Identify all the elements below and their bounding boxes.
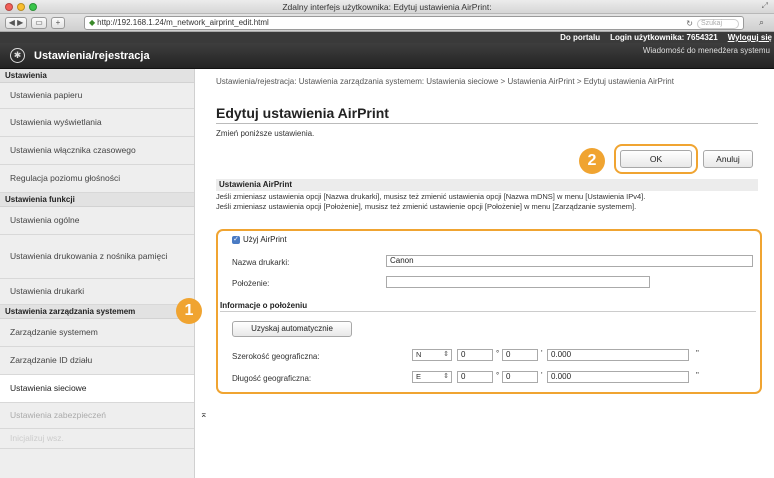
search-field[interactable]: Szukaj (697, 19, 739, 29)
geo-section-title: Informacje o położeniu (220, 301, 756, 312)
longitude-label: Długość geograficzna: (232, 374, 312, 383)
longitude-direction-value: E (416, 372, 422, 381)
message-to-admin-link[interactable]: Wiadomość do menedżera systemu (643, 46, 770, 55)
note-location: Jeśli zmieniasz ustawienia opcji [Położe… (216, 202, 637, 211)
sidebar: Ustawienia Ustawienia papieru Ustawienia… (0, 69, 195, 478)
add-bookmark-button[interactable]: + (51, 17, 65, 29)
location-input[interactable] (386, 276, 650, 288)
note-printer-name: Jeśli zmieniasz ustawienia opcji [Nazwa … (216, 192, 646, 201)
longitude-degree-sign: ° (496, 371, 500, 380)
use-airprint-label: Użyj AirPrint (243, 235, 287, 244)
get-automatically-button[interactable]: Uzyskaj automatycznie (232, 321, 352, 337)
window-title: Zdalny interfejs użytkownika: Edytuj ust… (282, 2, 492, 12)
latitude-degree-sign: ° (496, 349, 500, 358)
settings-logo-icon: ✱ (10, 48, 25, 63)
login-label: Login użytkownika: 7654321 (610, 33, 718, 42)
portal-link[interactable]: Do portalu (560, 33, 600, 42)
latitude-second-sign: " (696, 349, 699, 358)
sidebar-item-init[interactable]: Inicjalizuj wsz. (0, 429, 194, 449)
reload-icon[interactable]: ↻ (686, 18, 693, 30)
longitude-degrees-input[interactable]: 0 (457, 371, 493, 383)
fullscreen-icon[interactable]: ⤢ (762, 1, 768, 11)
sidebar-item-printer[interactable]: Ustawienia drukarki (0, 279, 194, 305)
longitude-seconds-input[interactable]: 0.000 (547, 371, 689, 383)
back-to-top-icon[interactable]: ⌅ (200, 409, 208, 420)
cancel-button[interactable]: Anuluj (703, 150, 753, 168)
latitude-direction-select[interactable]: N ⇕ (412, 349, 452, 361)
sidebar-item-paper[interactable]: Ustawienia papieru (0, 83, 194, 109)
sidebar-item-memory-print[interactable]: Ustawienia drukowania z nośnika pamięci (0, 235, 194, 279)
latitude-minutes-input[interactable]: 0 (502, 349, 538, 361)
sidebar-item-dept-id[interactable]: Zarządzanie ID działu (0, 347, 194, 375)
longitude-second-sign: " (696, 371, 699, 380)
sidebar-section-functions: Ustawienia funkcji (0, 193, 194, 207)
section-title-airprint: Ustawienia AirPrint (216, 179, 758, 191)
user-bar: Do portalu Login użytkownika: 7654321 Wy… (0, 32, 774, 43)
back-forward-buttons[interactable]: ◀ ▶ (5, 17, 27, 29)
title-divider (216, 123, 758, 124)
use-airprint-row: ✓ Użyj AirPrint (232, 235, 287, 244)
ok-button[interactable]: OK (620, 150, 692, 168)
printer-name-label: Nazwa drukarki: (232, 258, 290, 267)
latitude-minute-sign: ' (541, 349, 543, 358)
chevron-down-icon: ⇕ (443, 373, 449, 380)
url-text: http://192.168.1.24/m_network_airprint_e… (97, 18, 269, 27)
latitude-degrees-input[interactable]: 0 (457, 349, 493, 361)
latitude-seconds-input[interactable]: 0.000 (547, 349, 689, 361)
location-label: Położenie: (232, 279, 270, 288)
sidebar-item-system-mgmt[interactable]: Zarządzanie systemem (0, 319, 194, 347)
sidebar-item-security[interactable]: Ustawienia zabezpieczeń (0, 403, 194, 429)
sidebar-item-network[interactable]: Ustawienia sieciowe (0, 375, 194, 403)
sidebar-item-timer[interactable]: Ustawienia włącznika czasowego (0, 137, 194, 165)
url-bar[interactable]: ◆ http://192.168.1.24/m_network_airprint_… (84, 16, 744, 30)
longitude-minute-sign: ' (541, 371, 543, 380)
longitude-minutes-input[interactable]: 0 (502, 371, 538, 383)
chevron-down-icon: ⇕ (443, 351, 449, 358)
browser-toolbar: ◀ ▶ ▭ + ◆ http://192.168.1.24/m_network_a… (0, 14, 774, 32)
favicon-icon: ◆ (89, 18, 96, 27)
use-airprint-checkbox[interactable]: ✓ (232, 235, 240, 244)
sidebar-section-system: Ustawienia zarządzania systemem (0, 305, 194, 319)
callout-badge-1: 1 (176, 298, 202, 324)
app-header: ✱ Ustawienia/rejestracja Wiadomość do me… (0, 43, 774, 69)
sidebar-item-volume[interactable]: Regulacja poziomu głośności (0, 165, 194, 193)
sidebar-item-display[interactable]: Ustawienia wyświetlania (0, 109, 194, 137)
window-titlebar: Zdalny interfejs użytkownika: Edytuj ust… (0, 0, 774, 14)
callout-badge-2: 2 (579, 148, 605, 174)
breadcrumb: Ustawienia/rejestracja: Ustawienia zarzą… (216, 77, 674, 86)
page-title: Edytuj ustawienia AirPrint (216, 105, 389, 121)
search-icon[interactable]: ⌕ (759, 17, 771, 29)
sidebar-item-general[interactable]: Ustawienia ogólne (0, 207, 194, 235)
main-content: Ustawienia/rejestracja: Ustawienia zarzą… (196, 69, 774, 478)
latitude-direction-value: N (416, 350, 422, 359)
sidebar-section-settings: Ustawienia (0, 69, 194, 83)
latitude-label: Szerokość geograficzna: (232, 352, 320, 361)
sidebar-toggle-icon[interactable]: ▭ (31, 17, 47, 29)
app-title: Ustawienia/rejestracja (34, 50, 150, 62)
printer-name-input[interactable]: Canon (386, 255, 753, 267)
longitude-direction-select[interactable]: E ⇕ (412, 371, 452, 383)
logout-link[interactable]: Wyloguj się (728, 33, 772, 42)
instruction-text: Zmień poniższe ustawienia. (216, 129, 315, 138)
